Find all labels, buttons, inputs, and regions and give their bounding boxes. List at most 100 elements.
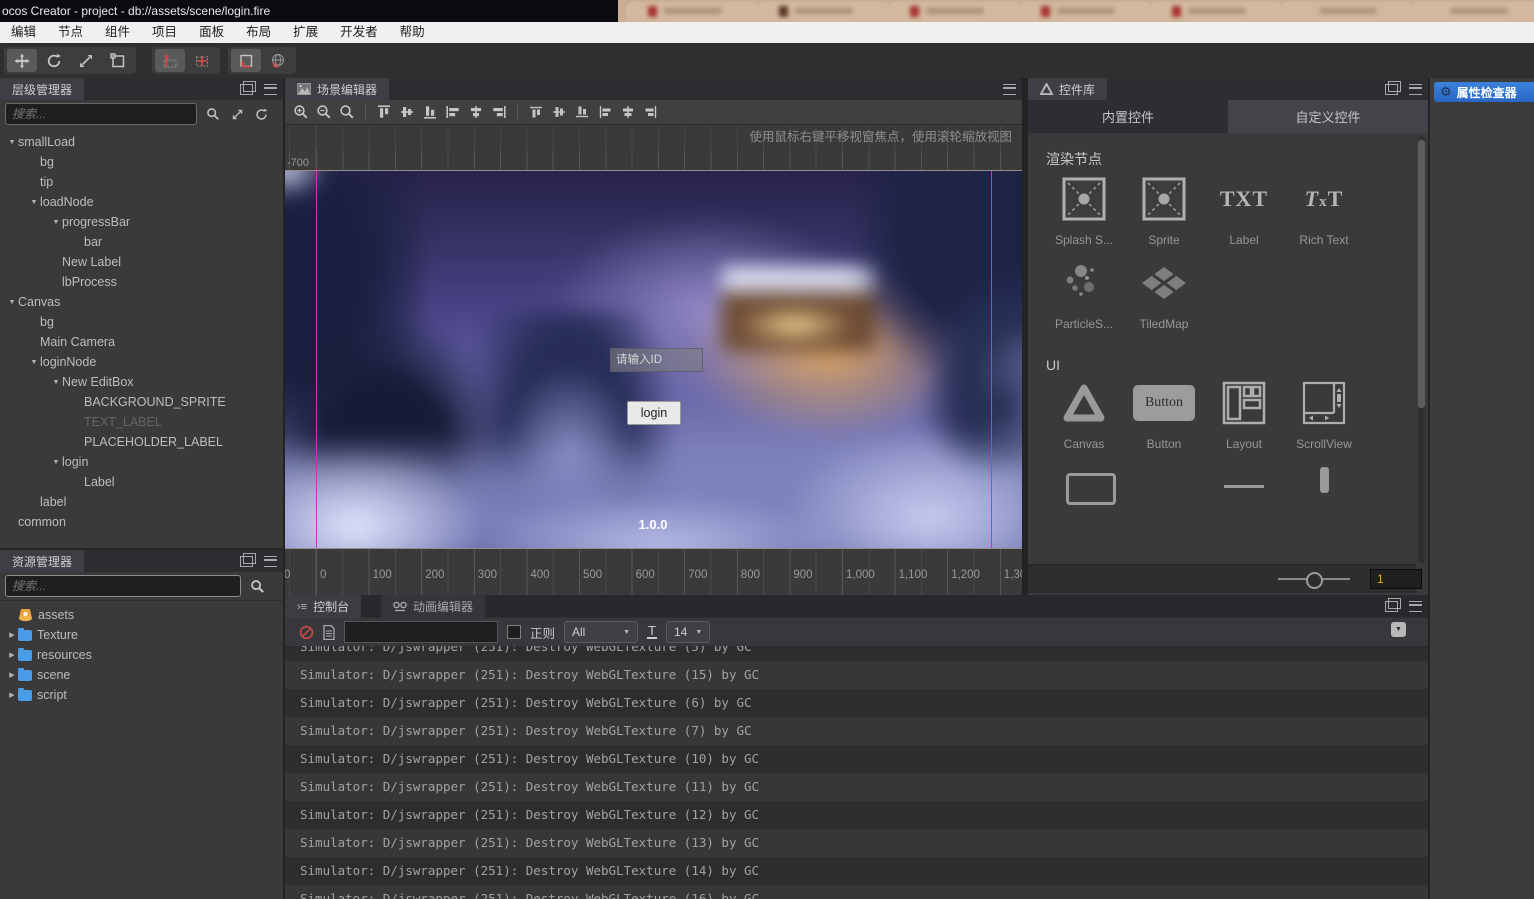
align-vcenter-icon[interactable]	[397, 102, 417, 122]
gizmo-local-button[interactable]	[231, 49, 261, 72]
dist-vcenter-icon[interactable]	[549, 102, 569, 122]
menu-item-布局[interactable]: 布局	[235, 22, 282, 43]
tree-expand-arrow[interactable]: ▼	[6, 139, 18, 146]
zoom-in-icon[interactable]	[291, 102, 311, 122]
menu-item-节点[interactable]: 节点	[47, 22, 94, 43]
tree-node-common[interactable]: common	[0, 512, 283, 532]
refresh-icon[interactable]	[253, 106, 269, 122]
console-log-row[interactable]: Simulator: D/jswrapper (251): Destroy We…	[285, 857, 1428, 885]
console-log-row[interactable]: Simulator: D/jswrapper (251): Destroy We…	[285, 661, 1428, 689]
menu-item-编辑[interactable]: 编辑	[0, 22, 47, 43]
console-log-area[interactable]: Simulator: D/jswrapper (251): Destroy We…	[285, 646, 1428, 899]
console-log-row[interactable]: Simulator: D/jswrapper (251): Destroy We…	[285, 801, 1428, 829]
asset-node-texture[interactable]: ▶ Texture	[0, 625, 283, 645]
menu-item-组件[interactable]: 组件	[94, 22, 141, 43]
panel-menu-icon[interactable]	[1408, 82, 1422, 96]
library-item-splashs[interactable]: Splash S...	[1044, 173, 1124, 247]
library-item-particles[interactable]: ParticleS...	[1044, 257, 1124, 331]
regex-checkbox[interactable]	[507, 625, 521, 639]
tree-node-text_label[interactable]: TEXT_LABEL	[0, 412, 283, 432]
library-item-label[interactable]: TXT Label	[1204, 173, 1284, 247]
library-zoom-knob[interactable]	[1306, 572, 1323, 589]
asset-node-scene[interactable]: ▶ scene	[0, 665, 283, 685]
library-item-canvas[interactable]: Canvas	[1044, 377, 1124, 451]
tree-node-smallload[interactable]: ▼ smallLoad	[0, 132, 283, 152]
tab-console[interactable]: ›≡ 控制台	[285, 595, 362, 618]
align-right-icon[interactable]	[489, 102, 509, 122]
tree-node-bg[interactable]: bg	[0, 312, 283, 332]
panel-menu-icon[interactable]	[1002, 82, 1016, 96]
menu-item-扩展[interactable]: 扩展	[282, 22, 329, 43]
tree-expand-arrow[interactable]: ▼	[50, 219, 62, 226]
tree-expand-arrow[interactable]: ▼	[6, 299, 18, 306]
log-file-icon[interactable]	[323, 624, 335, 640]
library-scrollbar[interactable]	[1418, 136, 1425, 563]
anchor-cross-button[interactable]	[187, 49, 217, 72]
align-hcenter-icon[interactable]	[466, 102, 486, 122]
tree-node-tip[interactable]: tip	[0, 172, 283, 192]
panel-menu-icon[interactable]	[263, 554, 277, 568]
library-item-layout[interactable]: Layout	[1204, 377, 1284, 451]
font-size-dropdown[interactable]: 14 ▼	[665, 621, 711, 643]
tree-node-background_sprite[interactable]: BACKGROUND_SPRITE	[0, 392, 283, 412]
tree-expand-arrow[interactable]: ▼	[28, 359, 40, 366]
float-panel-icon[interactable]	[1384, 597, 1401, 613]
menu-item-项目[interactable]: 项目	[141, 22, 188, 43]
console-log-row[interactable]: Simulator: D/jswrapper (251): Destroy We…	[285, 773, 1428, 801]
float-panel-icon[interactable]	[239, 80, 256, 96]
tree-node-main-camera[interactable]: Main Camera	[0, 332, 283, 352]
align-top-icon[interactable]	[374, 102, 394, 122]
library-item-button[interactable]: Button Button	[1124, 377, 1204, 451]
panel-menu-icon[interactable]	[263, 82, 277, 96]
dist-hcenter-icon[interactable]	[618, 102, 638, 122]
tree-node-progressbar[interactable]: ▼ progressBar	[0, 212, 283, 232]
anchor-grid-button[interactable]	[155, 49, 185, 72]
tree-node-lbprocess[interactable]: lbProcess	[0, 272, 283, 292]
rotate-tool-button[interactable]	[39, 49, 69, 72]
console-log-row[interactable]: Simulator: D/jswrapper (251): Destroy We…	[285, 717, 1428, 745]
dist-bottom-icon[interactable]	[572, 102, 592, 122]
rect-tool-button[interactable]	[103, 49, 133, 72]
clear-console-icon[interactable]	[299, 625, 314, 640]
scene-id-input-widget[interactable]: 请输入ID	[610, 348, 703, 372]
tree-node-loadnode[interactable]: ▼ loadNode	[0, 192, 283, 212]
menu-item-面板[interactable]: 面板	[188, 22, 235, 43]
library-zoom-value[interactable]: 1	[1370, 569, 1422, 589]
zoom-out-icon[interactable]	[314, 102, 334, 122]
tree-node-placeholder_label[interactable]: PLACEHOLDER_LABEL	[0, 432, 283, 452]
asset-node-assets[interactable]: assets	[0, 605, 283, 625]
tab-scene-editor[interactable]: 场景编辑器	[285, 78, 390, 100]
dist-left-icon[interactable]	[595, 102, 615, 122]
console-log-row[interactable]: Simulator: D/jswrapper (251): Destroy We…	[285, 885, 1428, 899]
library-item-sprite[interactable]: Sprite	[1124, 173, 1204, 247]
tab-animation-editor[interactable]: 动画编辑器	[381, 595, 486, 618]
search-icon[interactable]	[249, 578, 265, 594]
tree-expand-arrow[interactable]: ▶	[6, 651, 18, 659]
library-item-richtext[interactable]: TxT Rich Text	[1284, 173, 1364, 247]
dist-top-icon[interactable]	[526, 102, 546, 122]
gizmo-global-button[interactable]	[263, 49, 293, 72]
panel-menu-icon[interactable]	[1408, 599, 1422, 613]
tab-assets[interactable]: 资源管理器	[0, 550, 85, 572]
tree-node-label[interactable]: label	[0, 492, 283, 512]
align-left-icon[interactable]	[443, 102, 463, 122]
float-panel-icon[interactable]	[1384, 80, 1401, 96]
asset-node-resources[interactable]: ▶ resources	[0, 645, 283, 665]
tree-node-new-label[interactable]: New Label	[0, 252, 283, 272]
library-tab-builtin[interactable]: 内置控件	[1028, 100, 1228, 133]
menu-item-帮助[interactable]: 帮助	[389, 22, 436, 43]
dist-right-icon[interactable]	[641, 102, 661, 122]
assets-search-input[interactable]	[5, 575, 241, 597]
tab-control-library[interactable]: 控件库	[1028, 78, 1108, 100]
tree-expand-arrow[interactable]: ▼	[50, 459, 62, 466]
move-tool-button[interactable]	[7, 49, 37, 72]
tree-node-loginnode[interactable]: ▼ loginNode	[0, 352, 283, 372]
collapse-logs-icon[interactable]: ▼	[1391, 622, 1406, 637]
library-scrollbar-thumb[interactable]	[1418, 140, 1425, 408]
tab-inspector[interactable]: ⚙ 属性检查器	[1434, 82, 1534, 102]
log-level-dropdown[interactable]: All ▼	[564, 621, 639, 643]
library-item-scrollview[interactable]: ScrollView	[1284, 377, 1364, 451]
scene-login-button-widget[interactable]: login	[627, 401, 681, 425]
tree-node-login[interactable]: ▼ login	[0, 452, 283, 472]
scene-viewport[interactable]: 请输入ID login 1.0.0	[285, 171, 1022, 548]
